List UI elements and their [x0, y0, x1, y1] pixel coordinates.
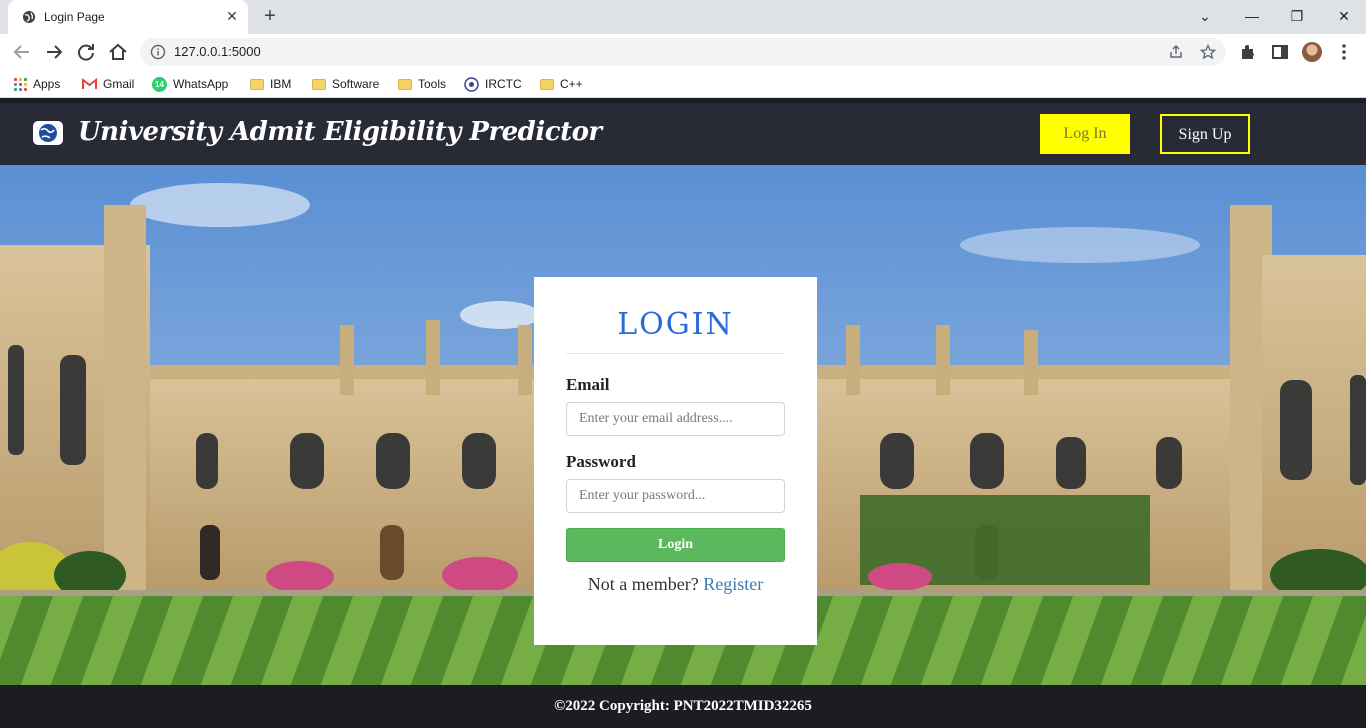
site-title: University Admit Eligibility Predictor	[78, 117, 602, 147]
extensions-icon[interactable]	[1238, 42, 1258, 62]
bookmark-label: C++	[560, 77, 583, 91]
register-link[interactable]: Register	[703, 574, 763, 594]
restore-button[interactable]: ❐	[1283, 4, 1311, 28]
gmail-icon	[82, 78, 97, 89]
bookmark-label: WhatsApp	[173, 77, 229, 91]
folder-icon	[312, 78, 326, 90]
browser-toolbar: 127.0.0.1:5000	[0, 34, 1366, 70]
password-field[interactable]	[566, 479, 785, 513]
minimize-button[interactable]: —	[1238, 4, 1266, 28]
hero-background: LOGIN Email Password Login Not a member?…	[0, 165, 1366, 685]
tab-title: Login Page	[44, 10, 105, 24]
register-prompt: Not a member? Register	[534, 574, 817, 595]
password-label: Password	[566, 452, 636, 471]
bookmark-tools[interactable]: Tools	[398, 76, 446, 92]
member-text: Not a member?	[587, 574, 699, 594]
nav-signup-button[interactable]: Sign Up	[1160, 114, 1250, 154]
web-page: University Admit Eligibility Predictor L…	[0, 103, 1366, 728]
bookmark-gmail[interactable]: Gmail	[82, 76, 134, 92]
bookmark-ibm[interactable]: IBM	[250, 76, 291, 92]
folder-icon	[540, 78, 554, 90]
share-icon[interactable]	[1168, 44, 1184, 60]
folder-icon	[250, 78, 264, 90]
bookmark-label: Tools	[418, 77, 447, 91]
nav-login-button[interactable]: Log In	[1040, 114, 1130, 154]
login-heading: LOGIN	[617, 307, 734, 342]
email-field[interactable]	[566, 402, 785, 436]
tab-search-button[interactable]: ⌄	[1191, 4, 1219, 28]
side-panel-icon[interactable]	[1270, 42, 1290, 62]
close-window-button[interactable]: ✕	[1330, 4, 1358, 28]
back-icon[interactable]	[10, 40, 34, 64]
info-icon[interactable]	[150, 44, 166, 60]
bookmark-star-icon[interactable]	[1200, 44, 1216, 60]
bookmark-label: IBM	[270, 77, 292, 91]
new-tab-button[interactable]: +	[258, 5, 282, 29]
login-card: LOGIN Email Password Login Not a member?…	[534, 277, 817, 645]
bookmark-cpp[interactable]: C++	[540, 76, 583, 92]
address-bar[interactable]: 127.0.0.1:5000	[140, 38, 1226, 66]
folder-icon	[398, 78, 412, 90]
reload-icon[interactable]	[74, 40, 98, 64]
site-header: University Admit Eligibility Predictor L…	[0, 103, 1366, 165]
globe-icon	[23, 11, 35, 23]
apps-grid-icon	[14, 77, 27, 91]
bookmarks-bar: Apps Gmail 14 WhatsApp IBM Software Tool…	[0, 70, 1366, 98]
bookmark-label: Software	[332, 77, 380, 91]
email-label: Email	[566, 375, 610, 394]
close-tab-icon[interactable]: ✕	[224, 8, 240, 24]
site-footer: ©2022 Copyright: PNT2022TMID32265	[0, 685, 1366, 728]
home-icon[interactable]	[106, 40, 130, 64]
irctc-icon	[464, 76, 479, 92]
bookmark-software[interactable]: Software	[312, 76, 379, 92]
bookmark-whatsapp[interactable]: 14 WhatsApp	[152, 76, 228, 92]
bookmark-label: Gmail	[103, 77, 135, 91]
forward-icon[interactable]	[42, 40, 66, 64]
bookmark-label: IRCTC	[485, 77, 522, 91]
heading-divider	[566, 353, 784, 354]
browser-tab[interactable]: Login Page ✕	[8, 0, 248, 34]
globe-logo-icon	[33, 121, 63, 145]
more-menu-icon[interactable]	[1334, 42, 1354, 62]
whatsapp-icon: 14	[152, 76, 167, 92]
login-submit-button[interactable]: Login	[566, 528, 785, 562]
bookmark-label: Apps	[33, 77, 61, 91]
url-text: 127.0.0.1:5000	[174, 44, 261, 59]
bookmark-apps[interactable]: Apps	[14, 76, 60, 92]
bookmark-irctc[interactable]: IRCTC	[464, 76, 522, 92]
browser-tab-strip: Login Page ✕ + ⌄ — ❐ ✕	[0, 0, 1366, 34]
profile-avatar[interactable]	[1302, 42, 1322, 62]
